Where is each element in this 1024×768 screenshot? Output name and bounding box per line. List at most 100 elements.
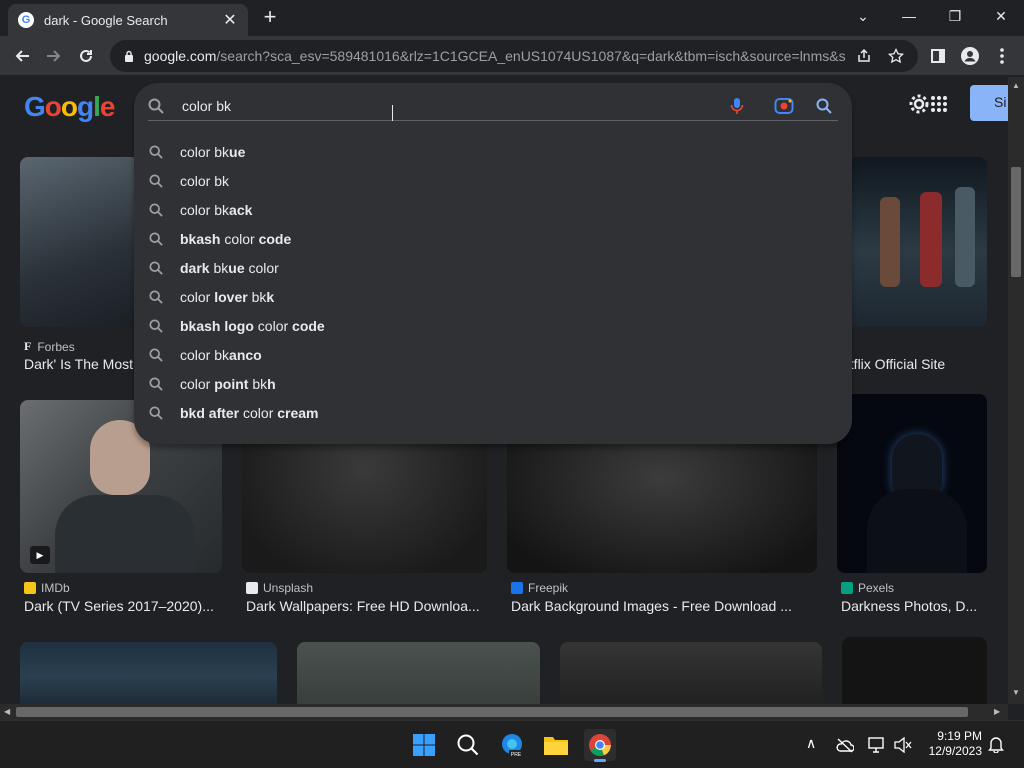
- chrome-logo-icon: [589, 734, 611, 757]
- tab-search-chevron-icon[interactable]: ⌄: [840, 0, 886, 32]
- system-clock[interactable]: 9:19 PM 12/9/2023: [922, 729, 982, 759]
- result-source[interactable]: F Forbes: [24, 339, 75, 354]
- taskbar-edge-preview[interactable]: PRE: [496, 729, 528, 761]
- address-bar[interactable]: google.com/search?sca_esv=589481016&rlz=…: [110, 40, 918, 72]
- result-source[interactable]: Freepik: [511, 581, 568, 595]
- scroll-up-arrow-icon[interactable]: ▲: [1012, 81, 1020, 90]
- search-icon: [149, 347, 163, 362]
- search-icon: [149, 260, 163, 275]
- suggestion-item[interactable]: bkd after color cream: [134, 398, 852, 427]
- folder-icon: [544, 737, 568, 755]
- vertical-scrollbar[interactable]: ▲ ▼: [1008, 77, 1024, 704]
- search-results-page: Google Si F Forbes Dark' Is The Most etfl…: [0, 77, 1008, 704]
- reload-icon: [80, 49, 92, 62]
- suggestion-item[interactable]: bkash logo color code: [134, 311, 852, 340]
- back-button[interactable]: [10, 44, 34, 68]
- taskbar-search-button[interactable]: [452, 729, 484, 761]
- back-arrow-icon: [15, 50, 29, 62]
- google-logo[interactable]: Google: [24, 91, 115, 123]
- side-panel-button[interactable]: [926, 44, 950, 68]
- suggestion-item[interactable]: color bkue: [134, 137, 852, 166]
- result-source[interactable]: Pexels: [841, 581, 894, 595]
- scroll-right-arrow-icon[interactable]: ▶: [994, 707, 1000, 716]
- suggestion-text: color point bkh: [180, 375, 276, 392]
- suggestion-item[interactable]: color point bkh: [134, 369, 852, 398]
- close-tab-icon[interactable]: ✕: [222, 10, 238, 30]
- start-button[interactable]: [408, 729, 440, 761]
- forward-button[interactable]: [42, 44, 66, 68]
- minimize-button[interactable]: —: [886, 0, 932, 32]
- taskbar-file-explorer[interactable]: [540, 729, 572, 761]
- network-icon[interactable]: [868, 737, 886, 753]
- result-source[interactable]: IMDb: [24, 581, 70, 595]
- taskbar-chrome[interactable]: [584, 729, 616, 762]
- close-window-button[interactable]: ✕: [978, 0, 1024, 32]
- horizontal-scrollbar[interactable]: ◀ ▶: [0, 704, 1008, 720]
- chrome-menu-button[interactable]: [990, 44, 1014, 68]
- freepik-favicon-icon: [511, 582, 523, 594]
- bookmark-star-icon[interactable]: [888, 48, 904, 64]
- search-submit-icon[interactable]: [816, 98, 832, 114]
- restore-button[interactable]: ❐: [932, 0, 978, 32]
- result-caption[interactable]: Dark Background Images - Free Download .…: [511, 598, 811, 614]
- suggestion-item[interactable]: color lover bkk: [134, 282, 852, 311]
- windows-taskbar: PRE ∧ 9:19 PM 12/9/2023: [0, 720, 1024, 768]
- sign-in-button[interactable]: Si: [970, 85, 1008, 121]
- search-input[interactable]: [182, 98, 702, 114]
- horizontal-scroll-thumb[interactable]: [16, 707, 968, 717]
- lock-icon: [125, 50, 133, 62]
- browser-window: G dark - Google Search ✕ + ⌄ — ❐ ✕ googl…: [0, 0, 1024, 768]
- result-image[interactable]: [560, 642, 822, 704]
- suggestion-item[interactable]: dark bkue color: [134, 253, 852, 282]
- google-favicon-icon: G: [18, 12, 34, 28]
- suggestion-text: color bkue: [180, 143, 246, 160]
- search-icon: [149, 144, 163, 159]
- apps-grid-icon[interactable]: [930, 95, 948, 113]
- lens-camera-icon[interactable]: [774, 97, 794, 115]
- result-image[interactable]: [20, 642, 277, 704]
- edge-pre-icon: PRE: [502, 734, 523, 758]
- result-caption[interactable]: etflix Official Site: [842, 356, 992, 372]
- scroll-left-arrow-icon[interactable]: ◀: [4, 707, 10, 716]
- pexels-favicon-icon: [841, 582, 853, 594]
- result-caption[interactable]: Dark' Is The Most: [24, 356, 136, 372]
- suggestion-text: bkash color code: [180, 230, 292, 247]
- suggestion-item[interactable]: bkash color code: [134, 224, 852, 253]
- result-image[interactable]: [297, 642, 540, 704]
- result-caption[interactable]: Dark Wallpapers: Free HD Downloa...: [246, 598, 486, 614]
- suggestion-item[interactable]: color bkack: [134, 195, 852, 224]
- search-box[interactable]: [148, 91, 838, 121]
- result-caption[interactable]: Darkness Photos, D...: [841, 598, 986, 614]
- suggestion-text: bkd after color cream: [180, 404, 319, 421]
- new-tab-button[interactable]: +: [258, 6, 282, 30]
- reload-button[interactable]: [74, 44, 98, 68]
- volume-muted-icon[interactable]: [894, 737, 912, 753]
- tab-title: dark - Google Search: [44, 12, 168, 28]
- search-icon: [149, 318, 163, 333]
- search-icon: [457, 734, 479, 756]
- result-image-pexels[interactable]: [837, 394, 987, 573]
- tab-active[interactable]: G dark - Google Search ✕: [8, 4, 248, 36]
- profile-button[interactable]: [958, 44, 982, 68]
- suggestion-item[interactable]: color bk: [134, 166, 852, 195]
- divider: [148, 120, 838, 121]
- result-caption[interactable]: Dark (TV Series 2017–2020)...: [24, 598, 220, 614]
- kebab-menu-icon: [1000, 48, 1004, 64]
- suggestion-text: color bk: [180, 172, 230, 189]
- show-hidden-icons-chevron-icon[interactable]: ∧: [806, 735, 816, 752]
- suggestion-item[interactable]: color bkanco: [134, 340, 852, 369]
- voice-search-mic-icon[interactable]: [730, 97, 744, 115]
- notification-bell-icon[interactable]: [988, 735, 1004, 753]
- scroll-down-arrow-icon[interactable]: ▼: [1012, 688, 1020, 697]
- result-source[interactable]: Unsplash: [246, 581, 313, 595]
- clock-time: 9:19 PM: [937, 729, 982, 743]
- settings-gear-icon[interactable]: [908, 93, 930, 115]
- result-image-netflix[interactable]: [850, 157, 987, 327]
- mouse-ibeam-cursor: [392, 105, 394, 121]
- result-image[interactable]: [842, 637, 987, 704]
- vertical-scroll-thumb[interactable]: [1011, 167, 1021, 277]
- suggestion-text: bkash logo color code: [180, 317, 325, 334]
- share-icon[interactable]: [856, 48, 872, 64]
- onedrive-cloud-icon[interactable]: [836, 737, 854, 753]
- result-image-forbes[interactable]: [20, 157, 140, 327]
